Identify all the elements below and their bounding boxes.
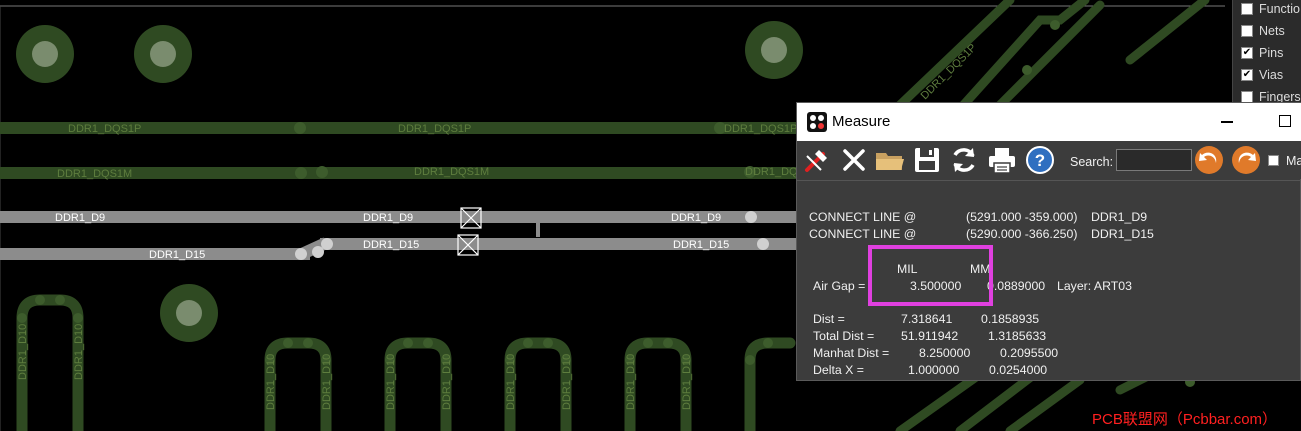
pad-top-right[interactable] (745, 21, 803, 79)
vis-item-functions[interactable]: Functio (1241, 0, 1300, 18)
net-label-d10-a: DDR1_D10 (17, 324, 29, 380)
vis-item-label: Functio (1259, 2, 1300, 16)
dist-mm: 0.1858935 (981, 312, 1040, 326)
search-label: Search: (1070, 155, 1114, 169)
via-dot (1022, 65, 1032, 75)
match-checkbox[interactable] (1268, 155, 1279, 166)
vis-item-label: Nets (1259, 24, 1285, 38)
delta-x-mil: 1.000000 (908, 363, 960, 377)
via-dot (1050, 20, 1060, 30)
net-label-d9-c: DDR1_D9 (671, 212, 721, 224)
watermark: PCB联盟网（Pcbbar.com） (1092, 411, 1278, 428)
save-icon[interactable] (911, 144, 943, 176)
net-label-dqs1p-c: DDR1_DQS1P (724, 123, 797, 135)
manhat-dist-label: Manhat Dist = (813, 346, 890, 360)
vis-item-vias[interactable]: ✔ Vias (1241, 66, 1283, 84)
manhat-dist-mm: 0.2095500 (1000, 346, 1059, 360)
vias-checkbox[interactable]: ✔ (1241, 69, 1253, 81)
dist-label: Dist = (813, 312, 845, 326)
vis-item-nets[interactable]: Nets (1241, 22, 1285, 40)
print-icon[interactable] (986, 144, 1018, 176)
connect-line-1-coord: (5291.000 -359.000) (966, 210, 1078, 224)
help-icon[interactable]: ? (1024, 144, 1056, 176)
net-label-d10-c: DDR1_D10 (265, 354, 277, 410)
net-label-d9-a: DDR1_D9 (55, 212, 105, 224)
window-title: Measure (832, 113, 891, 130)
vis-item-pins[interactable]: ✔ Pins (1241, 44, 1283, 62)
arrow-left-icon[interactable] (1193, 144, 1225, 176)
match-label: Ma (1286, 154, 1301, 168)
search-input[interactable] (1116, 149, 1192, 171)
pad-top-left[interactable] (16, 25, 74, 83)
net-label-d15-c: DDR1_D15 (673, 239, 729, 251)
net-label-d9-b: DDR1_D9 (363, 212, 413, 224)
connect-line-2-net: DDR1_D15 (1091, 227, 1154, 241)
connect-line-1-net: DDR1_D9 (1091, 210, 1148, 224)
functions-checkbox[interactable] (1241, 3, 1253, 15)
minimize-button[interactable] (1221, 121, 1233, 123)
visibility-panel: Functio Nets ✔ Pins ✔ Vias Fingers (1232, 0, 1301, 104)
total-dist-label: Total Dist = (813, 329, 875, 343)
highlight-box (868, 245, 993, 306)
net-label-d10-i: DDR1_D10 (625, 354, 637, 410)
arrow-right-icon[interactable] (1230, 144, 1262, 176)
connect-line-1-label: CONNECT LINE @ (809, 210, 917, 224)
app-icon (807, 112, 827, 132)
net-label-d10-f: DDR1_D10 (441, 354, 453, 410)
net-label-dqs1m-c: DDR1_DQ (745, 166, 798, 178)
pad-top-second[interactable] (134, 25, 192, 83)
net-label-dqs1p-a: DDR1_DQS1P (68, 123, 141, 135)
net-label-d10-b: DDR1_D10 (73, 324, 85, 380)
close-icon[interactable] (838, 144, 870, 176)
net-label-d10-h: DDR1_D10 (561, 354, 573, 410)
net-label-dqs1p-b: DDR1_DQS1P (398, 123, 471, 135)
vis-item-label: Vias (1259, 68, 1284, 82)
total-dist-mm: 1.3185633 (988, 329, 1047, 343)
delta-x-mm: 0.0254000 (989, 363, 1048, 377)
pins-checkbox[interactable]: ✔ (1241, 47, 1253, 59)
net-label-d10-e: DDR1_D10 (385, 354, 397, 410)
help-glyph: ? (1035, 151, 1045, 170)
net-label-d10-g: DDR1_D10 (505, 354, 517, 410)
maximize-button[interactable] (1279, 115, 1291, 127)
delta-x-label: Delta X = (813, 363, 864, 377)
net-label-dqs1m-a: DDR1_DQS1M (57, 168, 132, 180)
nets-checkbox[interactable] (1241, 25, 1253, 37)
manhat-dist-mil: 8.250000 (919, 346, 971, 360)
net-label-d10-j: DDR1_D10 (681, 354, 693, 410)
layer-label: Layer: ART03 (1057, 279, 1132, 293)
folder-icon[interactable] (874, 144, 906, 176)
pad-bottom-left[interactable] (160, 284, 218, 342)
net-label-d10-d: DDR1_D10 (321, 354, 333, 410)
connect-line-2-coord: (5290.000 -366.250) (966, 227, 1078, 241)
net-label-dqs1m-b: DDR1_DQS1M (414, 166, 489, 178)
toolbar: ? Search: Ma (797, 141, 1301, 179)
net-label-d15-b: DDR1_D15 (363, 239, 419, 251)
total-dist-mil: 51.911942 (901, 329, 959, 343)
connect-line-2-label: CONNECT LINE @ (809, 227, 917, 241)
dist-mil: 7.318641 (901, 312, 953, 326)
serpentine-traces (16, 294, 796, 431)
measure-pick-icon[interactable] (801, 144, 833, 176)
title-bar[interactable]: Measure (797, 103, 1301, 141)
net-label-d15-a: DDR1_D15 (149, 249, 205, 261)
air-gap-label: Air Gap = (813, 279, 866, 293)
refresh-icon[interactable] (948, 144, 980, 176)
vis-item-label: Pins (1259, 46, 1284, 60)
measure-window[interactable]: Measure ? Search: Ma CONNECT LINE @ (529… (796, 102, 1301, 381)
air-gap-mm: 0.0889000 (987, 279, 1046, 293)
